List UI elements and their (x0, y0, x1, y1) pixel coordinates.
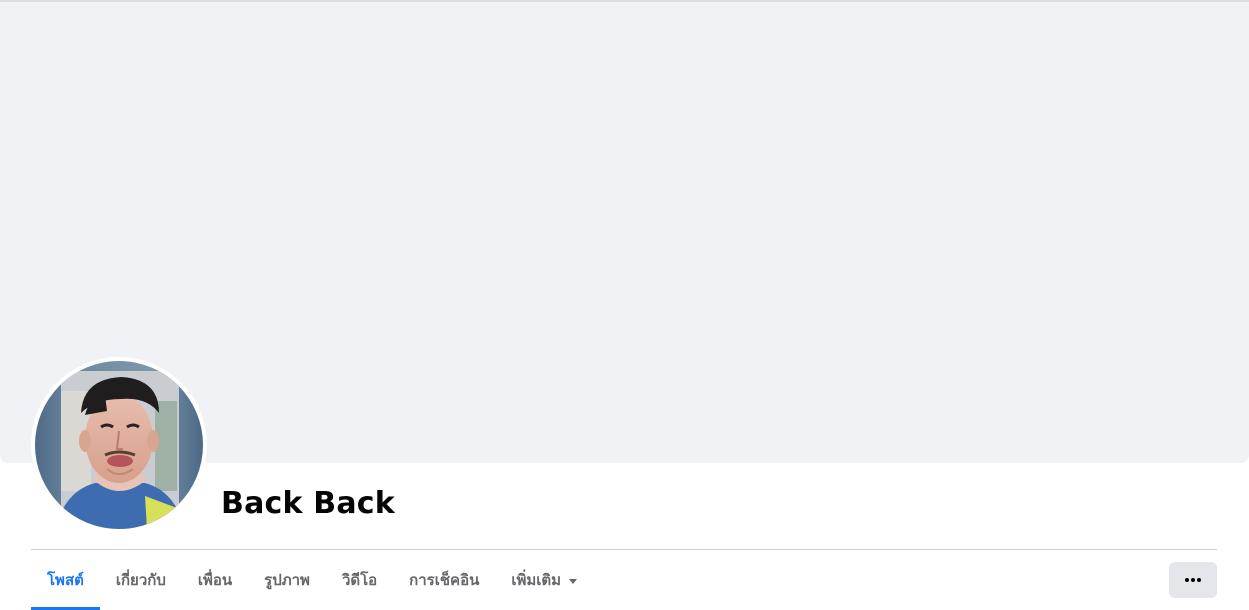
tab-label: วิดีโอ (341, 571, 378, 589)
profile-name: Back Back (221, 486, 395, 521)
tab-label: เพื่อน (197, 571, 233, 589)
tab-label: เกี่ยวกับ (115, 571, 166, 589)
profile-picture[interactable] (35, 361, 203, 529)
caret-down-icon (569, 578, 578, 584)
tab-label: เพิ่มเติม (511, 571, 562, 589)
tab-label: การเช็คอิน (409, 571, 480, 589)
tab-about[interactable]: เกี่ยวกับ (100, 550, 182, 610)
profile-tabs: โพสต์ เกี่ยวกับ เพื่อน รูปภาพ วิดีโอ การ… (31, 550, 593, 610)
tab-friends[interactable]: เพื่อน (182, 550, 248, 610)
more-options-button[interactable] (1169, 562, 1217, 598)
tab-checkins[interactable]: การเช็คอิน (393, 550, 495, 610)
tab-posts[interactable]: โพสต์ (31, 550, 100, 610)
avatar-image (35, 361, 203, 529)
tab-label: รูปภาพ (264, 571, 310, 589)
tab-label: โพสต์ (47, 571, 84, 589)
profile-picture-frame[interactable] (31, 357, 207, 533)
ellipsis-icon (1185, 578, 1201, 582)
tab-photos[interactable]: รูปภาพ (248, 550, 326, 610)
tab-videos[interactable]: วิดีโอ (326, 550, 393, 610)
tab-more[interactable]: เพิ่มเติม (495, 550, 593, 610)
